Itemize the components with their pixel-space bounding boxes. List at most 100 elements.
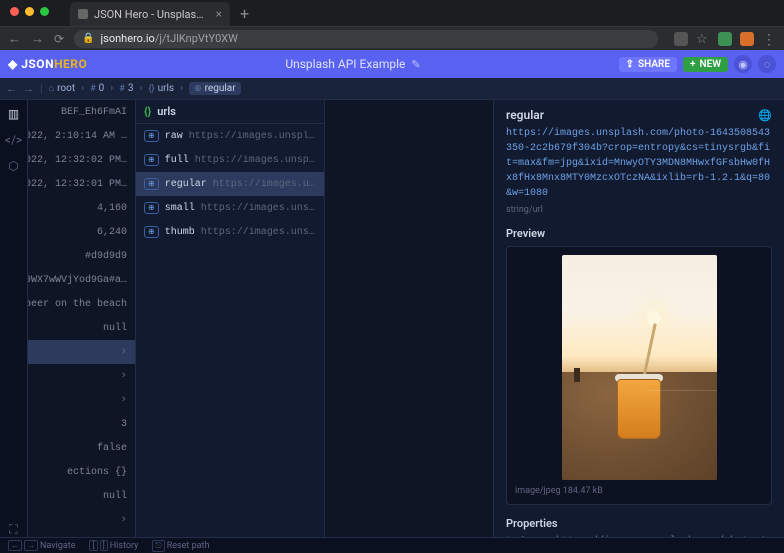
ancestor-row[interactable]: old beer on the beach xyxy=(28,292,135,316)
property-row[interactable]: ⊕thumb https://images.unsplash.com/… xyxy=(136,220,324,244)
document-title[interactable]: Unsplash API Example ✎ xyxy=(95,57,610,71)
properties-heading: Properties xyxy=(506,517,772,530)
back-button[interactable]: ← xyxy=(8,31,21,47)
forward-button[interactable]: → xyxy=(31,31,44,47)
ancestor-row[interactable]: null xyxy=(28,484,135,508)
expand-button[interactable]: ⛶ xyxy=(6,521,22,537)
logo-text-right: HERO xyxy=(54,57,87,71)
column-view-button[interactable]: ▥ xyxy=(6,106,22,122)
github-button[interactable]: ◌ xyxy=(758,55,776,73)
detail-title-row: regular 🌐 xyxy=(506,108,772,122)
detail-value[interactable]: https://images.unsplash.com/photo-164350… xyxy=(506,126,772,201)
crumb-type-icon: ⌂ xyxy=(49,83,54,94)
ancestor-row[interactable]: 3 xyxy=(28,412,135,436)
chevron-right-icon: › xyxy=(110,83,113,94)
extension-icon[interactable] xyxy=(718,32,732,46)
ancestor-row[interactable]: 4,160 xyxy=(28,196,135,220)
property-row[interactable]: ⊕raw https://images.unsplash.com/ph… xyxy=(136,124,324,148)
close-tab-icon[interactable]: × xyxy=(216,7,222,21)
property-row[interactable]: ⊕full https://images.unsplash.com/ph… xyxy=(136,148,324,172)
crumb-label: 3 xyxy=(128,83,134,94)
plus-icon: + xyxy=(690,59,696,70)
address-bar[interactable]: 🔒 jsonhero.io/j/tJlKnpVtY0XW xyxy=(74,30,658,48)
new-tab-button[interactable]: + xyxy=(240,4,249,23)
ancestor-row[interactable]: › xyxy=(28,364,135,388)
chevron-right-icon: › xyxy=(120,370,127,382)
preview-meta: image/jpeg 184.47 kB xyxy=(515,486,603,496)
property-detail-row: hrefhttps://images.unsplash.com/photo-16… xyxy=(506,536,772,537)
breadcrumb-item[interactable]: ⌂root xyxy=(49,83,75,94)
url-type-icon: ⊕ xyxy=(144,202,159,214)
url-type-icon: ⊕ xyxy=(144,130,159,142)
extensions: ☆ ⋮ xyxy=(674,32,776,46)
ancestor-row[interactable]: › xyxy=(28,340,135,364)
preview-image[interactable] xyxy=(562,255,717,480)
breadcrumb-item[interactable]: #0 xyxy=(90,83,104,94)
discord-icon: ◉ xyxy=(738,58,748,71)
breadcrumb-item[interactable]: #3 xyxy=(119,83,133,94)
property-detail-value[interactable]: https://images.unsplash.com/photo-164350… xyxy=(556,536,772,537)
ancestor-row[interactable]: › xyxy=(28,388,135,412)
tab-strip: JSON Hero - Unsplash API Ex… × + xyxy=(0,0,784,26)
ancestor-row[interactable]: FjYN0WX7wWVjYod9Ga#a… xyxy=(28,268,135,292)
crumb-label: regular xyxy=(205,83,236,94)
code-view-button[interactable]: </> xyxy=(6,132,22,148)
breadcrumbs: ⌂root›#0›#3›{}urls›⊕regular xyxy=(49,82,241,95)
new-button[interactable]: + NEW xyxy=(683,57,728,72)
url-type-icon: ⊕ xyxy=(144,226,159,238)
property-row[interactable]: ⊕small https://images.unsplash.com/p… xyxy=(136,196,324,220)
share-arrow-icon: ⇪ xyxy=(626,59,634,70)
view-rail: ▥ </> ⬡ ⛶ xyxy=(0,100,28,537)
ancestor-row[interactable]: #d9d9d9 xyxy=(28,244,135,268)
ancestor-row[interactable]: null xyxy=(28,316,135,340)
favicon-icon xyxy=(78,9,88,19)
reload-button[interactable]: ⟳ xyxy=(54,32,64,46)
share-button-label: SHARE xyxy=(638,59,670,70)
breadcrumb-item[interactable]: ⊕regular xyxy=(189,82,241,95)
column-header: {} urls xyxy=(136,100,324,124)
ancestor-row[interactable]: 0, 2022, 2:10:14 AM … xyxy=(28,124,135,148)
crumb-forward-button[interactable]: → xyxy=(23,82,34,95)
chevron-right-icon: › xyxy=(120,394,127,406)
crumb-back-button[interactable]: ← xyxy=(6,82,17,95)
logo-diamond-icon: ◆ xyxy=(8,57,18,71)
logo[interactable]: ◆ JSONHERO xyxy=(8,57,87,71)
app-header: ◆ JSONHERO Unsplash API Example ✎ ⇪ SHAR… xyxy=(0,50,784,78)
close-window-icon[interactable] xyxy=(10,7,19,16)
minimize-window-icon[interactable] xyxy=(25,7,34,16)
property-row[interactable]: ⊕regular https://images.unsplash.com… xyxy=(136,172,324,196)
share-button[interactable]: ⇪ SHARE xyxy=(619,57,677,72)
tab-title: JSON Hero - Unsplash API Ex… xyxy=(94,8,210,21)
bookmark-icon[interactable]: ☆ xyxy=(696,32,710,46)
breadcrumb-item[interactable]: {}urls xyxy=(148,83,174,94)
detail-title: regular xyxy=(506,108,544,122)
chevron-right-icon: › xyxy=(120,346,127,358)
navigate-hint: ←→ Navigate xyxy=(8,540,75,551)
tree-view-button[interactable]: ⬡ xyxy=(6,158,22,174)
ancestor-row[interactable]: 6,240 xyxy=(28,220,135,244)
ancestor-row[interactable]: ections {} xyxy=(28,460,135,484)
status-bar: ←→ Navigate [] History ⎋ Reset path xyxy=(0,537,784,553)
discord-button[interactable]: ◉ xyxy=(734,55,752,73)
detail-type: string/url xyxy=(506,205,772,215)
globe-icon[interactable]: 🌐 xyxy=(758,109,772,122)
ancestor-row[interactable]: false xyxy=(28,436,135,460)
ancestor-row[interactable]: › xyxy=(28,508,135,532)
browser-chrome: JSON Hero - Unsplash API Ex… × + ← → ⟳ 🔒… xyxy=(0,0,784,50)
url-text: jsonhero.io/j/tJlKnpVtY0XW xyxy=(101,32,238,45)
zoom-window-icon[interactable] xyxy=(40,7,49,16)
edit-icon[interactable]: ✎ xyxy=(411,58,420,71)
property-value: https://images.unsplash.com/ph… xyxy=(195,155,316,166)
browser-tab[interactable]: JSON Hero - Unsplash API Ex… × xyxy=(70,2,230,26)
history-hint: [] History xyxy=(89,540,138,551)
separator: | xyxy=(40,82,43,95)
ancestor-row[interactable]: 1, 2022, 12:32:01 PM… xyxy=(28,172,135,196)
share-icon[interactable] xyxy=(674,32,688,46)
menu-icon[interactable]: ⋮ xyxy=(762,32,776,46)
extension-icon[interactable] xyxy=(740,32,754,46)
ancestor-row[interactable]: 1, 2022, 12:32:02 PM… xyxy=(28,148,135,172)
window-controls[interactable] xyxy=(10,7,49,16)
crumb-type-icon: {} xyxy=(148,84,154,94)
column-header-label: urls xyxy=(157,105,176,118)
ancestor-row[interactable]: BEF_Eh6FmAI xyxy=(28,100,135,124)
